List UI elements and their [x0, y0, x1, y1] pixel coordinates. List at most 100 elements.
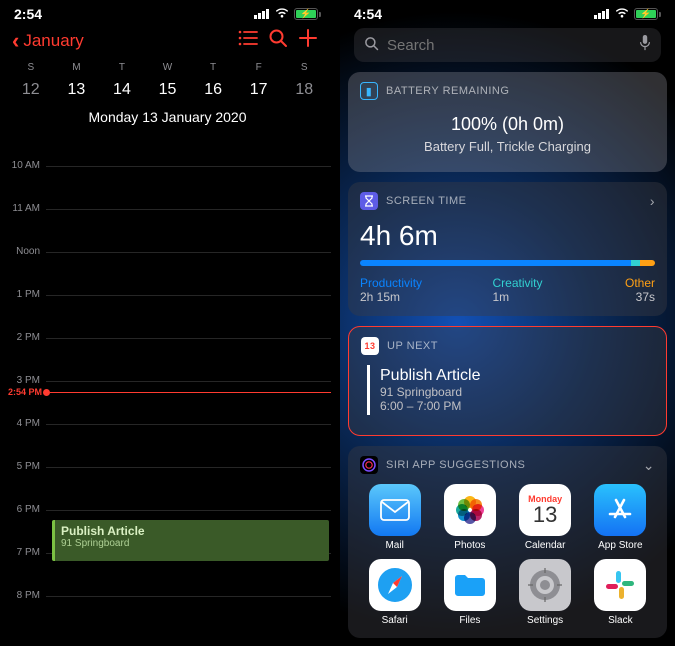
weekday: F [236, 60, 282, 75]
weekday-row: S M T W T F S [8, 60, 327, 75]
calendar-navbar: ‹ January [0, 24, 335, 60]
hour-row: 5 PM [0, 467, 335, 510]
event-subtitle: 91 Springboard [61, 538, 323, 549]
search-input[interactable] [387, 37, 631, 54]
chevron-left-icon: ‹ [12, 28, 19, 54]
category-value: 2h 15m [360, 290, 493, 304]
widget-header: ▮ BATTERY REMAINING [360, 82, 655, 100]
widget-header: SCREEN TIME › [360, 192, 655, 210]
add-icon[interactable] [293, 28, 323, 54]
date-cell[interactable]: 14 [99, 75, 145, 105]
search-bar[interactable] [354, 28, 661, 62]
hour-label: 3 PM [0, 375, 46, 386]
status-time: 4:54 [354, 6, 382, 22]
mail-icon [369, 484, 421, 536]
app-safari[interactable]: Safari [360, 559, 429, 626]
upnext-event[interactable]: Publish Article 91 Springboard 6:00 – 7:… [367, 365, 648, 415]
app-grid: Mail Photos Monday 13 Calendar [360, 480, 655, 626]
date-cell[interactable]: 12 [8, 75, 54, 105]
app-settings[interactable]: Settings [511, 559, 580, 626]
back-button[interactable]: ‹ January [12, 28, 84, 54]
app-label: Calendar [525, 540, 566, 551]
date-cell[interactable]: 16 [190, 75, 236, 105]
app-label: Mail [385, 540, 403, 551]
phone-today-view: 4:54 ⚡ ▮ BATTERY REMAINING 1 [340, 0, 675, 646]
list-view-icon[interactable] [233, 29, 263, 53]
siri-suggestions-widget[interactable]: SIRI APP SUGGESTIONS ⌄ Mail Photos [348, 446, 667, 638]
screentime-total: 4h 6m [360, 216, 655, 260]
screentime-bar [360, 260, 655, 266]
battery-main: 100% (0h 0m) [360, 106, 655, 137]
app-appstore[interactable]: App Store [586, 484, 655, 551]
date-row: 12 13 14 15 16 17 18 [8, 75, 327, 105]
hour-row: 11 AM [0, 209, 335, 252]
chevron-right-icon[interactable]: › [650, 193, 655, 209]
appstore-icon [594, 484, 646, 536]
app-photos[interactable]: Photos [435, 484, 504, 551]
now-dot-icon [43, 389, 50, 396]
current-time-indicator: 2:54 PM [0, 387, 331, 397]
category-value: 1m [493, 290, 626, 304]
weekday: W [145, 60, 191, 75]
siri-icon [360, 456, 378, 474]
widget-title: BATTERY REMAINING [386, 85, 509, 97]
app-label: Safari [382, 615, 408, 626]
phone-calendar: 2:54 ⚡ ‹ January S M T W [0, 0, 335, 646]
hour-row: 10 AM [0, 166, 335, 209]
battery-icon: ⚡ [294, 8, 321, 20]
calendar-icon: 13 [361, 337, 379, 355]
battery-widget-icon: ▮ [360, 82, 378, 100]
hour-label: 11 AM [0, 203, 46, 214]
week-header: S M T W T F S 12 13 14 15 16 17 18 Monda… [0, 60, 335, 133]
app-mail[interactable]: Mail [360, 484, 429, 551]
hour-row: Noon [0, 252, 335, 295]
widget-header: 13 UP NEXT [361, 337, 654, 355]
hour-label: 4 PM [0, 418, 46, 429]
weekday: M [54, 60, 100, 75]
widget-header: SIRI APP SUGGESTIONS ⌄ [360, 456, 655, 474]
hour-label: 5 PM [0, 461, 46, 472]
widget-title: SCREEN TIME [386, 195, 466, 207]
date-cell[interactable]: 15 [145, 75, 191, 105]
calendar-app-icon: Monday 13 [519, 484, 571, 536]
hour-row: 9 AM [0, 133, 335, 166]
calendar-event[interactable]: Publish Article 91 Springboard [52, 520, 329, 561]
back-label: January [23, 31, 83, 51]
app-label: Photos [454, 540, 485, 551]
widget-title: SIRI APP SUGGESTIONS [386, 459, 525, 471]
date-cell-selected[interactable]: 13 [54, 75, 100, 105]
battery-widget[interactable]: ▮ BATTERY REMAINING 100% (0h 0m) Battery… [348, 72, 667, 172]
files-icon [444, 559, 496, 611]
hour-label: 2 PM [0, 332, 46, 343]
upnext-widget[interactable]: 13 UP NEXT Publish Article 91 Springboar… [348, 326, 667, 436]
wifi-icon [274, 6, 290, 22]
safari-icon [369, 559, 421, 611]
screentime-widget[interactable]: SCREEN TIME › 4h 6m Productivity 2h 15m … [348, 182, 667, 316]
app-label: Settings [527, 615, 563, 626]
signal-icon [594, 9, 609, 19]
weekday: S [281, 60, 327, 75]
category-name: Creativity [493, 276, 626, 290]
mic-icon[interactable] [639, 35, 651, 55]
wifi-icon [614, 6, 630, 22]
app-calendar[interactable]: Monday 13 Calendar [511, 484, 580, 551]
hour-row: 1 PM [0, 295, 335, 338]
chevron-down-icon[interactable]: ⌄ [643, 457, 655, 474]
date-cell[interactable]: 17 [236, 75, 282, 105]
screentime-categories: Productivity 2h 15m Creativity 1m Other … [360, 276, 655, 304]
search-icon [364, 36, 379, 55]
battery-icon: ⚡ [634, 8, 661, 20]
weekday: T [99, 60, 145, 75]
hour-row: 8 PM [0, 596, 335, 613]
day-timeline[interactable]: 9 AM10 AM11 AMNoon1 PM2 PM3 PM4 PM5 PM6 … [0, 133, 335, 613]
date-cell[interactable]: 18 [281, 75, 327, 105]
hour-row: 2 PM [0, 338, 335, 381]
hourglass-icon [360, 192, 378, 210]
event-title: Publish Article [380, 367, 648, 385]
search-icon[interactable] [263, 28, 293, 54]
app-slack[interactable]: Slack [586, 559, 655, 626]
weekday: S [8, 60, 54, 75]
signal-icon [254, 9, 269, 19]
hour-label: 6 PM [0, 504, 46, 515]
app-files[interactable]: Files [435, 559, 504, 626]
